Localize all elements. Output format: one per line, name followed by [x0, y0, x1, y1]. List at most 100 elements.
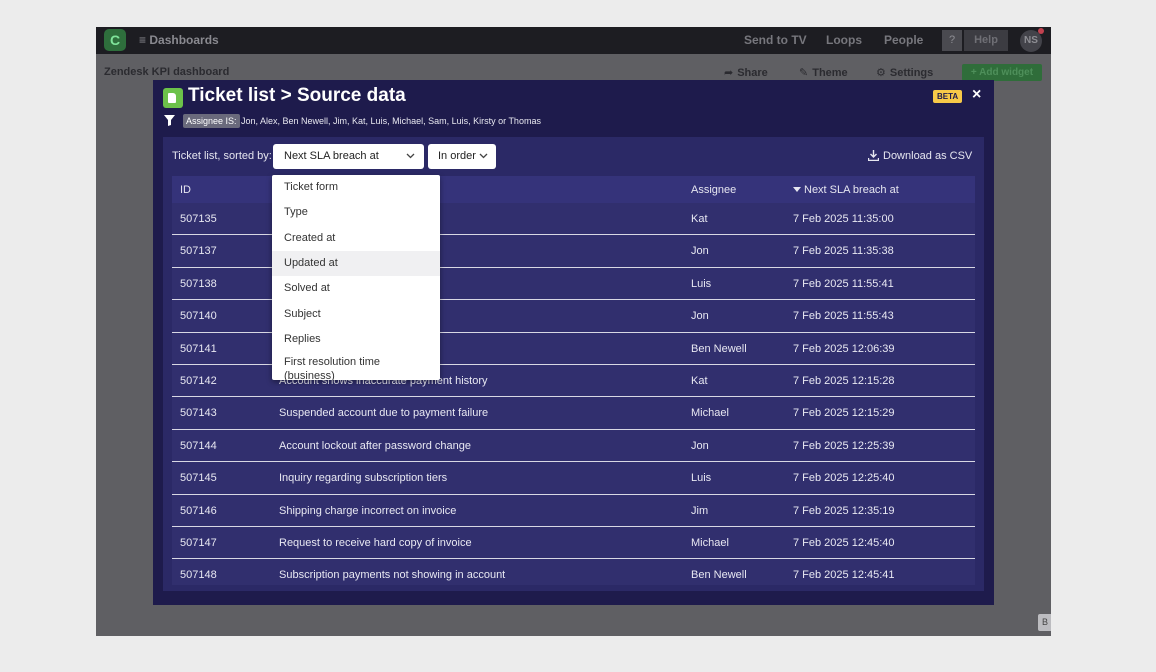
cell-next-sla: 7 Feb 2025 12:15:28: [793, 375, 895, 387]
cell-next-sla: 7 Feb 2025 12:35:19: [793, 504, 895, 517]
cell-assignee: Luis: [691, 472, 712, 485]
sort-desc-icon: [793, 187, 801, 192]
cell-next-sla: 7 Feb 2025 11:35:00: [793, 213, 894, 225]
cell-assignee: Jon: [691, 310, 709, 323]
side-chip[interactable]: B: [1038, 614, 1051, 631]
cell-next-sla: 7 Feb 2025 12:15:29: [793, 407, 895, 420]
cell-subject: Shipping charge incorrect on invoice: [279, 504, 457, 517]
cell-next-sla: 7 Feb 2025 11:55:41: [793, 277, 894, 290]
dropdown-option[interactable]: Type: [272, 200, 440, 225]
cell-id: 507140: [180, 310, 217, 323]
table-row[interactable]: 507147 Request to receive hard copy of in…: [172, 527, 975, 560]
dropdown-option[interactable]: Replies: [272, 327, 440, 352]
cell-subject: Suspended account due to payment failure: [279, 407, 489, 420]
table-row[interactable]: 507145 Inquiry regarding subscription tie…: [172, 462, 975, 495]
loops-link[interactable]: Loops: [826, 33, 862, 47]
column-header-assignee[interactable]: Assignee: [691, 184, 736, 196]
share-button[interactable]: ➦ Share: [724, 66, 768, 79]
sort-order-value: In order: [438, 150, 476, 162]
brush-icon: ✎: [799, 67, 809, 79]
dropdown-option[interactable]: Ticket form: [272, 175, 440, 200]
cell-id: 507143: [180, 407, 217, 420]
dropdown-option[interactable]: Updated at: [272, 250, 440, 276]
table-row[interactable]: 507148 Subscription payments not showing …: [172, 559, 975, 585]
cell-assignee: Jon: [691, 439, 709, 452]
cell-assignee: Luis: [691, 277, 712, 290]
cell-assignee: Jim: [691, 504, 709, 517]
cell-next-sla: 7 Feb 2025 12:06:39: [793, 342, 895, 355]
chevron-down-icon: [406, 153, 415, 159]
filter-icon: [164, 115, 175, 126]
download-csv-button[interactable]: Download as CSV: [867, 150, 973, 162]
cell-id: 507147: [180, 537, 217, 549]
cell-id: 507142: [180, 375, 217, 387]
cell-id: 507144: [180, 439, 217, 452]
cell-assignee: Ben Newell: [691, 342, 747, 355]
cell-id: 507146: [180, 504, 217, 517]
settings-button[interactable]: ⚙ Settings: [876, 66, 933, 79]
cell-subject: Request to receive hard copy of invoice: [279, 537, 472, 549]
cell-subject: Subscription payments not showing in acc…: [279, 569, 506, 582]
cell-assignee: Jon: [691, 245, 709, 258]
filter-tag: Assignee IS:: [183, 114, 240, 128]
cell-id: 507141: [180, 342, 217, 355]
sort-field-dropdown: Ticket form Type Created at Updated at Solve…: [272, 175, 440, 380]
dashboards-menu[interactable]: ≡ Dashboards: [139, 33, 219, 47]
download-label: Download as CSV: [883, 150, 973, 162]
beta-badge: BETA: [933, 90, 963, 103]
cell-next-sla: 7 Feb 2025 12:45:41: [793, 569, 895, 582]
download-icon: [867, 150, 880, 162]
next-sla-label: Next SLA breach at: [804, 184, 899, 196]
cell-next-sla: 7 Feb 2025 12:25:39: [793, 439, 895, 452]
cell-id: 507138: [180, 277, 217, 290]
dashboards-label: Dashboards: [149, 33, 219, 47]
cell-assignee: Ben Newell: [691, 569, 747, 582]
sort-field-select[interactable]: Next SLA breach at: [273, 144, 424, 169]
gear-icon: ⚙: [876, 67, 886, 79]
send-to-tv-link[interactable]: Send to TV: [744, 33, 807, 47]
notification-dot: [1038, 28, 1044, 34]
column-header-id[interactable]: ID: [180, 184, 191, 196]
cell-id: 507145: [180, 472, 217, 485]
cell-next-sla: 7 Feb 2025 11:55:43: [793, 310, 894, 323]
cell-next-sla: 7 Feb 2025 11:35:38: [793, 245, 894, 258]
theme-button[interactable]: ✎ Theme: [799, 66, 848, 79]
cell-id: 507137: [180, 245, 217, 258]
cell-assignee: Kat: [691, 213, 708, 225]
cell-assignee: Michael: [691, 537, 729, 549]
top-navigation-bar: C ≡ Dashboards Send to TV Loops People ?…: [96, 27, 1051, 54]
help-button[interactable]: Help: [964, 30, 1008, 51]
column-header-next-sla[interactable]: Next SLA breach at: [793, 184, 899, 196]
table-row[interactable]: 507144 Account lockout after password cha…: [172, 430, 975, 463]
app-logo-icon: [163, 88, 183, 108]
settings-label: Settings: [889, 67, 934, 79]
sort-field-value: Next SLA breach at: [284, 150, 379, 162]
dashboard-title: Zendesk KPI dashboard: [104, 66, 230, 78]
cell-subject: Account lockout after password change: [279, 439, 472, 452]
cell-assignee: Michael: [691, 407, 729, 420]
add-widget-button[interactable]: + Add widget: [962, 64, 1042, 81]
table-row[interactable]: 507143 Suspended account due to payment f…: [172, 397, 975, 430]
share-icon: ➦: [724, 67, 734, 79]
cell-next-sla: 7 Feb 2025 12:45:40: [793, 537, 895, 549]
help-question-icon[interactable]: ?: [942, 30, 962, 51]
cell-next-sla: 7 Feb 2025 12:25:40: [793, 472, 895, 485]
dropdown-option[interactable]: Created at: [272, 226, 440, 251]
table-row[interactable]: 507146 Shipping charge incorrect on invoi…: [172, 495, 975, 527]
people-link[interactable]: People: [884, 33, 923, 47]
sort-order-select[interactable]: In order: [428, 144, 496, 169]
cell-id: 507135: [180, 213, 217, 225]
close-icon[interactable]: ×: [972, 86, 981, 104]
chevron-down-icon: [479, 153, 488, 159]
filter-value: Jon, Alex, Ben Newell, Jim, Kat, Luis, M…: [241, 116, 541, 126]
dropdown-option[interactable]: Solved at: [272, 276, 440, 301]
dropdown-option[interactable]: First resolution time (business): [272, 352, 412, 380]
hamburger-icon: ≡: [139, 33, 147, 47]
cell-subject: Inquiry regarding subscription tiers: [279, 472, 448, 485]
dropdown-option[interactable]: Subject: [272, 302, 440, 327]
modal-title: Ticket list > Source data: [188, 85, 406, 106]
theme-label: Theme: [812, 67, 848, 79]
sort-label: Ticket list, sorted by:: [172, 150, 272, 162]
cell-assignee: Kat: [691, 375, 708, 387]
app-logo[interactable]: C: [104, 29, 126, 51]
